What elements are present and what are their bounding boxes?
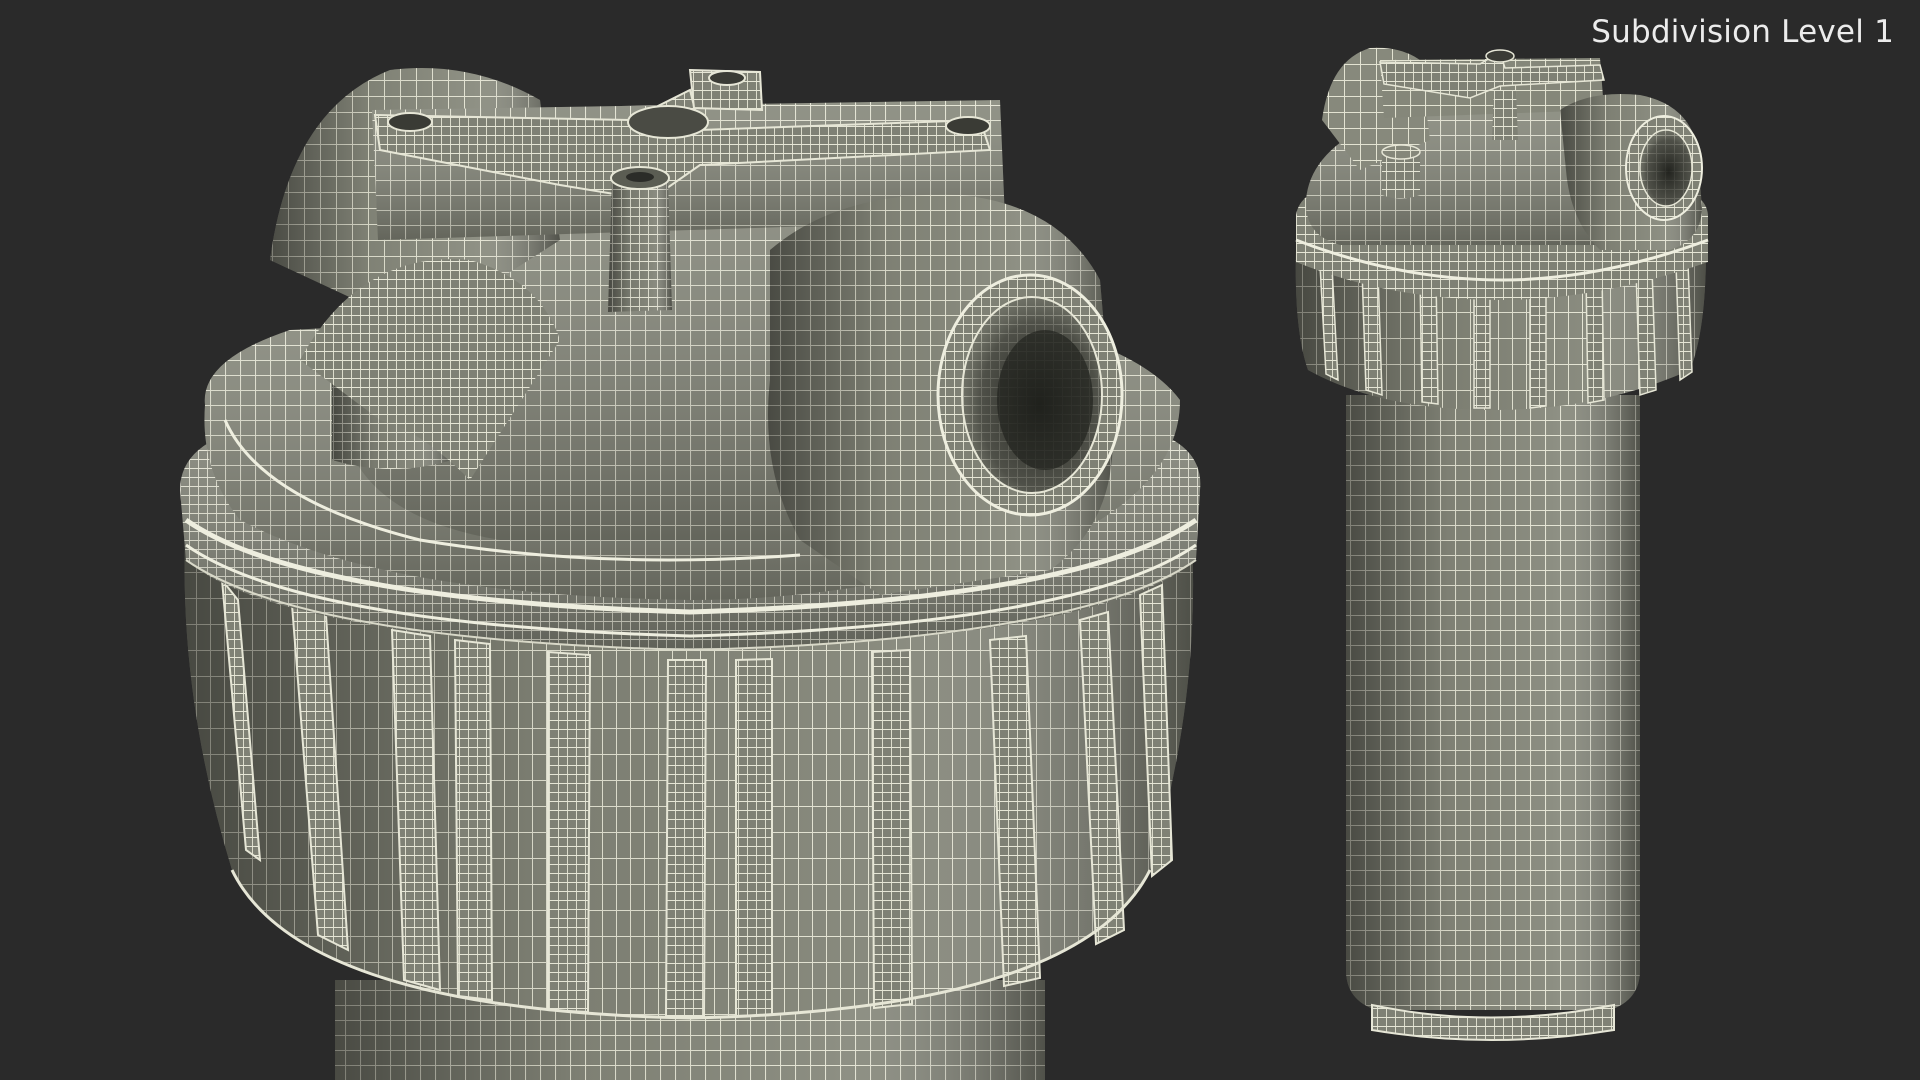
large-housing-closeup xyxy=(180,68,1201,1080)
large-outlet-port xyxy=(768,194,1124,595)
small-bowl xyxy=(1346,395,1640,1041)
small-center-post xyxy=(1492,90,1518,140)
large-center-post xyxy=(608,166,672,312)
subdivision-level-caption: Subdivision Level 1 xyxy=(1591,14,1894,50)
render-viewport: Subdivision Level 1 xyxy=(0,0,1920,1080)
small-housing-full xyxy=(1295,47,1709,1041)
wireframe-render xyxy=(180,47,1709,1080)
small-small-cylinder xyxy=(1381,144,1421,199)
